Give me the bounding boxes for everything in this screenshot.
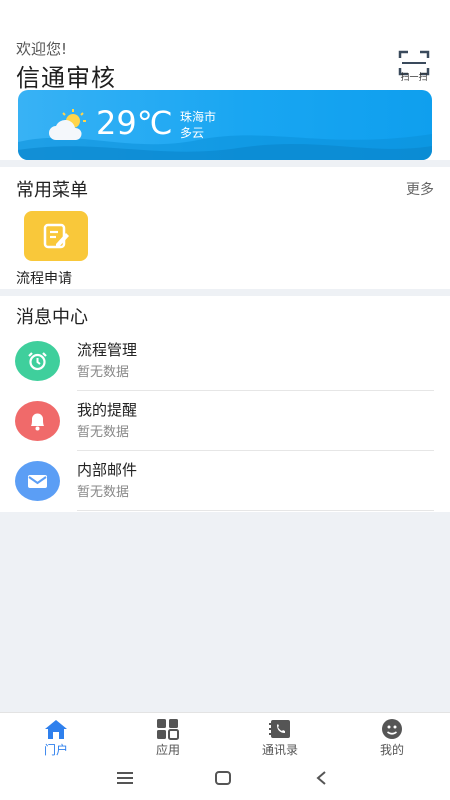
message-title: 流程管理 [77,341,138,359]
message-title: 内部邮件 [77,461,138,479]
tab-portal[interactable]: 门户 [0,713,112,761]
common-menu-section: 常用菜单 更多 流程申请 [0,167,450,289]
section-title: 消息中心 [16,307,88,328]
header: 欢迎您! 信通审核 扫一扫 29℃ 珠海市 多云 [0,0,450,160]
home-icon [45,720,67,739]
message-subtitle: 暂无数据 [77,485,130,500]
message-item-reminder[interactable]: 我的提醒 暂无数据 [0,391,450,451]
tab-label: 我的 [379,743,404,757]
back-icon[interactable] [314,770,328,786]
message-center-section: 消息中心 流程管理 暂无数据 我的提醒 暂无数据 内部邮件 暂无数据 [0,296,450,512]
tab-profile[interactable]: 我的 [336,713,448,761]
message-item-process[interactable]: 流程管理 暂无数据 [0,331,450,391]
divider [77,510,434,511]
weather-card[interactable]: 29℃ 珠海市 多云 [18,90,432,160]
message-item-mail[interactable]: 内部邮件 暂无数据 [0,451,450,511]
edit-form-icon [43,223,69,249]
bell-icon [15,401,60,441]
app-title: 信通审核 [16,64,116,92]
tab-label: 应用 [155,743,180,757]
tab-label: 门户 [43,743,68,757]
greeting-text: 欢迎您! [16,40,68,58]
contacts-icon [269,720,290,738]
mail-icon [15,461,60,501]
tab-label: 通讯录 [261,743,298,757]
menu-icon[interactable] [116,770,134,786]
message-subtitle: 暂无数据 [77,365,130,380]
tab-contacts[interactable]: 通讯录 [224,713,336,761]
menu-item-label[interactable]: 流程申请 [16,268,72,288]
profile-icon [382,719,402,739]
scan-label[interactable]: 扫一扫 [394,70,434,83]
tab-apps[interactable]: 应用 [112,713,224,761]
city-name: 珠海市 [180,110,217,124]
system-nav-bar [0,760,450,800]
home-square-icon[interactable] [214,770,232,786]
partly-cloudy-icon [49,109,86,140]
message-title: 我的提醒 [77,401,138,419]
more-link[interactable]: 更多 [406,179,434,199]
message-subtitle: 暂无数据 [77,425,130,440]
bottom-tab-bar: 门户 应用 通讯录 我的 [0,712,450,760]
alarm-clock-icon [15,341,60,381]
section-title: 常用菜单 [16,180,88,201]
menu-item-process-apply[interactable] [24,211,88,261]
apps-grid-icon [157,719,179,740]
temperature-value: 29℃ [96,104,173,142]
weather-condition: 多云 [180,126,205,140]
